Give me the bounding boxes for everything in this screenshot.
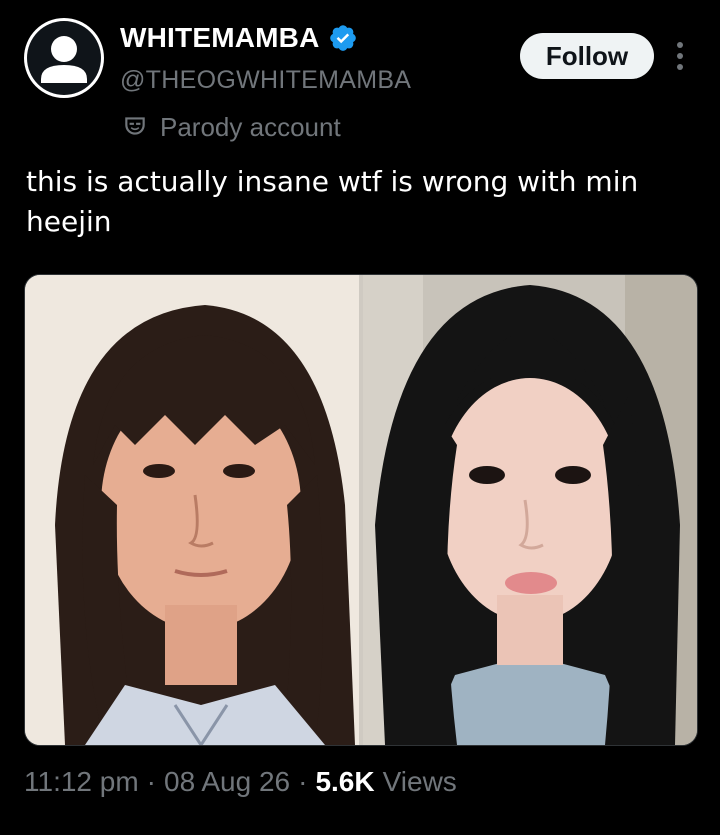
tweet-text: this is actually insane wtf is wrong wit… <box>26 165 639 238</box>
views-count: 5.6K <box>315 766 375 797</box>
photo-image <box>25 275 697 745</box>
verified-badge-icon <box>328 23 358 53</box>
avatar[interactable] <box>24 18 104 98</box>
views-label: Views <box>382 766 457 797</box>
author-handle[interactable]: @THEOGWHITEMAMBA <box>120 66 411 95</box>
mask-icon <box>122 113 148 143</box>
tweet-time[interactable]: 11:12 pm <box>24 766 139 798</box>
meta-separator: · <box>146 766 156 797</box>
parody-account-label: Parody account <box>122 112 341 143</box>
tweet-meta: 11:12 pm · 08 Aug 26 · 5.6K Views <box>24 766 457 798</box>
display-name[interactable]: WHITEMAMBA <box>120 22 320 54</box>
follow-button[interactable]: Follow <box>520 33 654 79</box>
tweet-date[interactable]: 08 Aug 26 <box>164 766 290 798</box>
default-profile-icon <box>27 21 101 95</box>
tweet-media-photo[interactable] <box>24 274 698 746</box>
meta-separator: · <box>298 766 308 797</box>
parody-label-text: Parody account <box>160 112 341 142</box>
author-name-row[interactable]: WHITEMAMBA <box>120 22 358 54</box>
more-vertical-icon[interactable] <box>668 40 692 72</box>
